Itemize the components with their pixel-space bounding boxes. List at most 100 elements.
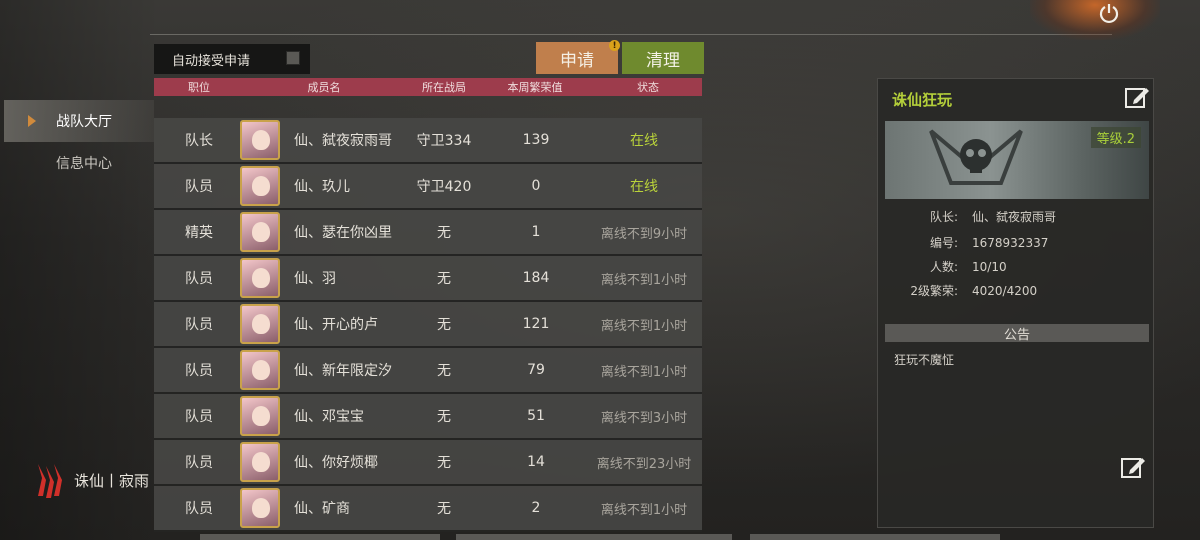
member-name: 仙、开心的卢	[294, 317, 378, 333]
arrow-right-icon	[28, 115, 36, 127]
info-leader: 队长: 仙、弑夜寂雨哥	[892, 208, 1056, 225]
nav-item-label: 信息中心	[56, 156, 112, 172]
edit-notice-button[interactable]	[1120, 455, 1146, 483]
top-divider	[150, 34, 1112, 35]
nav-item-team-hall[interactable]: 战队大厅	[4, 100, 154, 142]
background-shade	[0, 0, 160, 540]
member-status: 在线	[630, 133, 658, 149]
notice-title: 公告	[885, 324, 1149, 343]
table-row[interactable]: 队员 仙、邓宝宝 无 51 离线不到3小时	[154, 394, 702, 440]
info-count: 人数: 10/10	[892, 258, 1007, 275]
info-value: 1678932337	[972, 236, 1049, 250]
avatar	[240, 488, 280, 528]
table-row[interactable]: 队员 仙、玖儿 守卫420 0 在线	[154, 164, 702, 210]
table-row[interactable]: 队员 仙、新年限定汐 无 79 离线不到1小时	[154, 348, 702, 394]
member-status: 离线不到9小时	[600, 226, 688, 242]
bottom-tab[interactable]	[200, 534, 440, 540]
member-name: 仙、新年限定汐	[294, 363, 392, 379]
member-role: 队员	[185, 501, 213, 517]
avatar	[240, 212, 280, 252]
member-zone: 无	[437, 271, 451, 287]
edit-team-button[interactable]	[1124, 85, 1150, 113]
info-key: 队长:	[929, 210, 958, 224]
member-list: 队长 仙、弑夜寂雨哥 守卫334 139 在线 队员 仙、玖儿 守卫420 0 在线 精英 仙、瑟在你…	[154, 118, 702, 532]
table-row[interactable]: 队员 仙、开心的卢 无 121 离线不到1小时	[154, 302, 702, 348]
member-avatar[interactable]	[238, 302, 282, 346]
member-avatar[interactable]	[238, 440, 282, 484]
member-zone: 无	[437, 363, 451, 379]
info-key: 2级繁荣:	[910, 284, 958, 298]
member-name: 仙、玖儿	[294, 179, 350, 195]
avatar	[240, 396, 280, 436]
notice-text: 狂玩不魔怔	[894, 353, 955, 367]
header-status: 状态	[637, 81, 659, 94]
member-prosperity: 51	[527, 408, 545, 424]
member-role: 队长	[185, 133, 213, 149]
member-prosperity: 0	[531, 178, 541, 194]
table-row[interactable]: 队员 仙、你好烦椰 无 14 离线不到23小时	[154, 440, 702, 486]
member-prosperity: 2	[531, 500, 541, 516]
member-role: 队员	[185, 363, 213, 379]
member-avatar[interactable]	[238, 348, 282, 392]
bottom-tab[interactable]	[750, 534, 1000, 540]
info-id: 编号: 1678932337	[892, 234, 1048, 251]
member-name: 仙、邓宝宝	[294, 409, 364, 425]
member-avatar[interactable]	[238, 394, 282, 438]
table-row[interactable]: 队员 仙、羽 无 184 离线不到1小时	[154, 256, 702, 302]
member-zone: 无	[437, 409, 451, 425]
team-name: 诛仙狂玩	[892, 91, 953, 109]
power-icon	[1099, 4, 1119, 24]
clean-button[interactable]: 清理	[622, 42, 704, 74]
member-status: 在线	[630, 179, 658, 195]
member-avatar[interactable]	[238, 486, 282, 530]
alert-badge-icon: !	[609, 40, 620, 51]
bottom-tab[interactable]	[456, 534, 732, 540]
avatar	[240, 304, 280, 344]
auto-accept-checkbox[interactable]	[286, 51, 300, 65]
avatar	[240, 120, 280, 160]
member-name: 仙、瑟在你凶里	[294, 225, 392, 241]
member-zone: 守卫334	[416, 133, 472, 149]
member-prosperity: 121	[522, 316, 550, 332]
member-avatar[interactable]	[238, 118, 282, 162]
nav-item-info-center[interactable]: 信息中心	[4, 142, 154, 184]
member-name: 仙、你好烦椰	[294, 455, 378, 471]
member-avatar[interactable]	[238, 256, 282, 300]
team-banner: 等级.2	[885, 121, 1149, 199]
edit-icon	[1125, 88, 1149, 108]
member-role: 队员	[185, 271, 213, 287]
team-level-badge: 等级.2	[1090, 127, 1141, 148]
member-role: 精英	[185, 225, 213, 241]
nav-item-label: 战队大厅	[56, 114, 112, 130]
member-avatar[interactable]	[238, 164, 282, 208]
member-role: 队员	[185, 455, 213, 471]
apply-button[interactable]: 申请	[536, 42, 618, 74]
member-name: 仙、羽	[294, 271, 336, 287]
info-key: 人数:	[929, 260, 958, 274]
member-status: 离线不到1小时	[600, 364, 688, 380]
brand: 诛仙丨寂雨	[34, 460, 149, 500]
brand-name: 诛仙丨寂雨	[74, 471, 150, 490]
header-role: 职位	[188, 81, 210, 94]
member-role: 队员	[185, 179, 213, 195]
red-magic-logo-icon	[38, 464, 62, 498]
info-value: 10/10	[972, 260, 1007, 274]
member-name: 仙、弑夜寂雨哥	[294, 133, 392, 149]
table-row[interactable]: 队长 仙、弑夜寂雨哥 守卫334 139 在线	[154, 118, 702, 164]
side-nav: 战队大厅 信息中心	[4, 100, 154, 184]
power-button[interactable]	[1094, 0, 1124, 26]
table-row[interactable]: 队员 仙、矿商 无 2 离线不到1小时	[154, 486, 702, 532]
member-role: 队员	[185, 317, 213, 333]
member-prosperity: 139	[522, 132, 550, 148]
member-prosperity: 1	[531, 224, 541, 240]
member-prosperity: 14	[527, 454, 545, 470]
avatar	[240, 258, 280, 298]
table-row[interactable]: 精英 仙、瑟在你凶里 无 1 离线不到9小时	[154, 210, 702, 256]
header-member: 成员名	[307, 81, 341, 94]
member-status: 离线不到23小时	[596, 456, 692, 472]
member-name: 仙、矿商	[294, 501, 350, 517]
member-status: 离线不到1小时	[600, 502, 688, 518]
avatar	[240, 350, 280, 390]
member-avatar[interactable]	[238, 210, 282, 254]
avatar	[240, 166, 280, 206]
